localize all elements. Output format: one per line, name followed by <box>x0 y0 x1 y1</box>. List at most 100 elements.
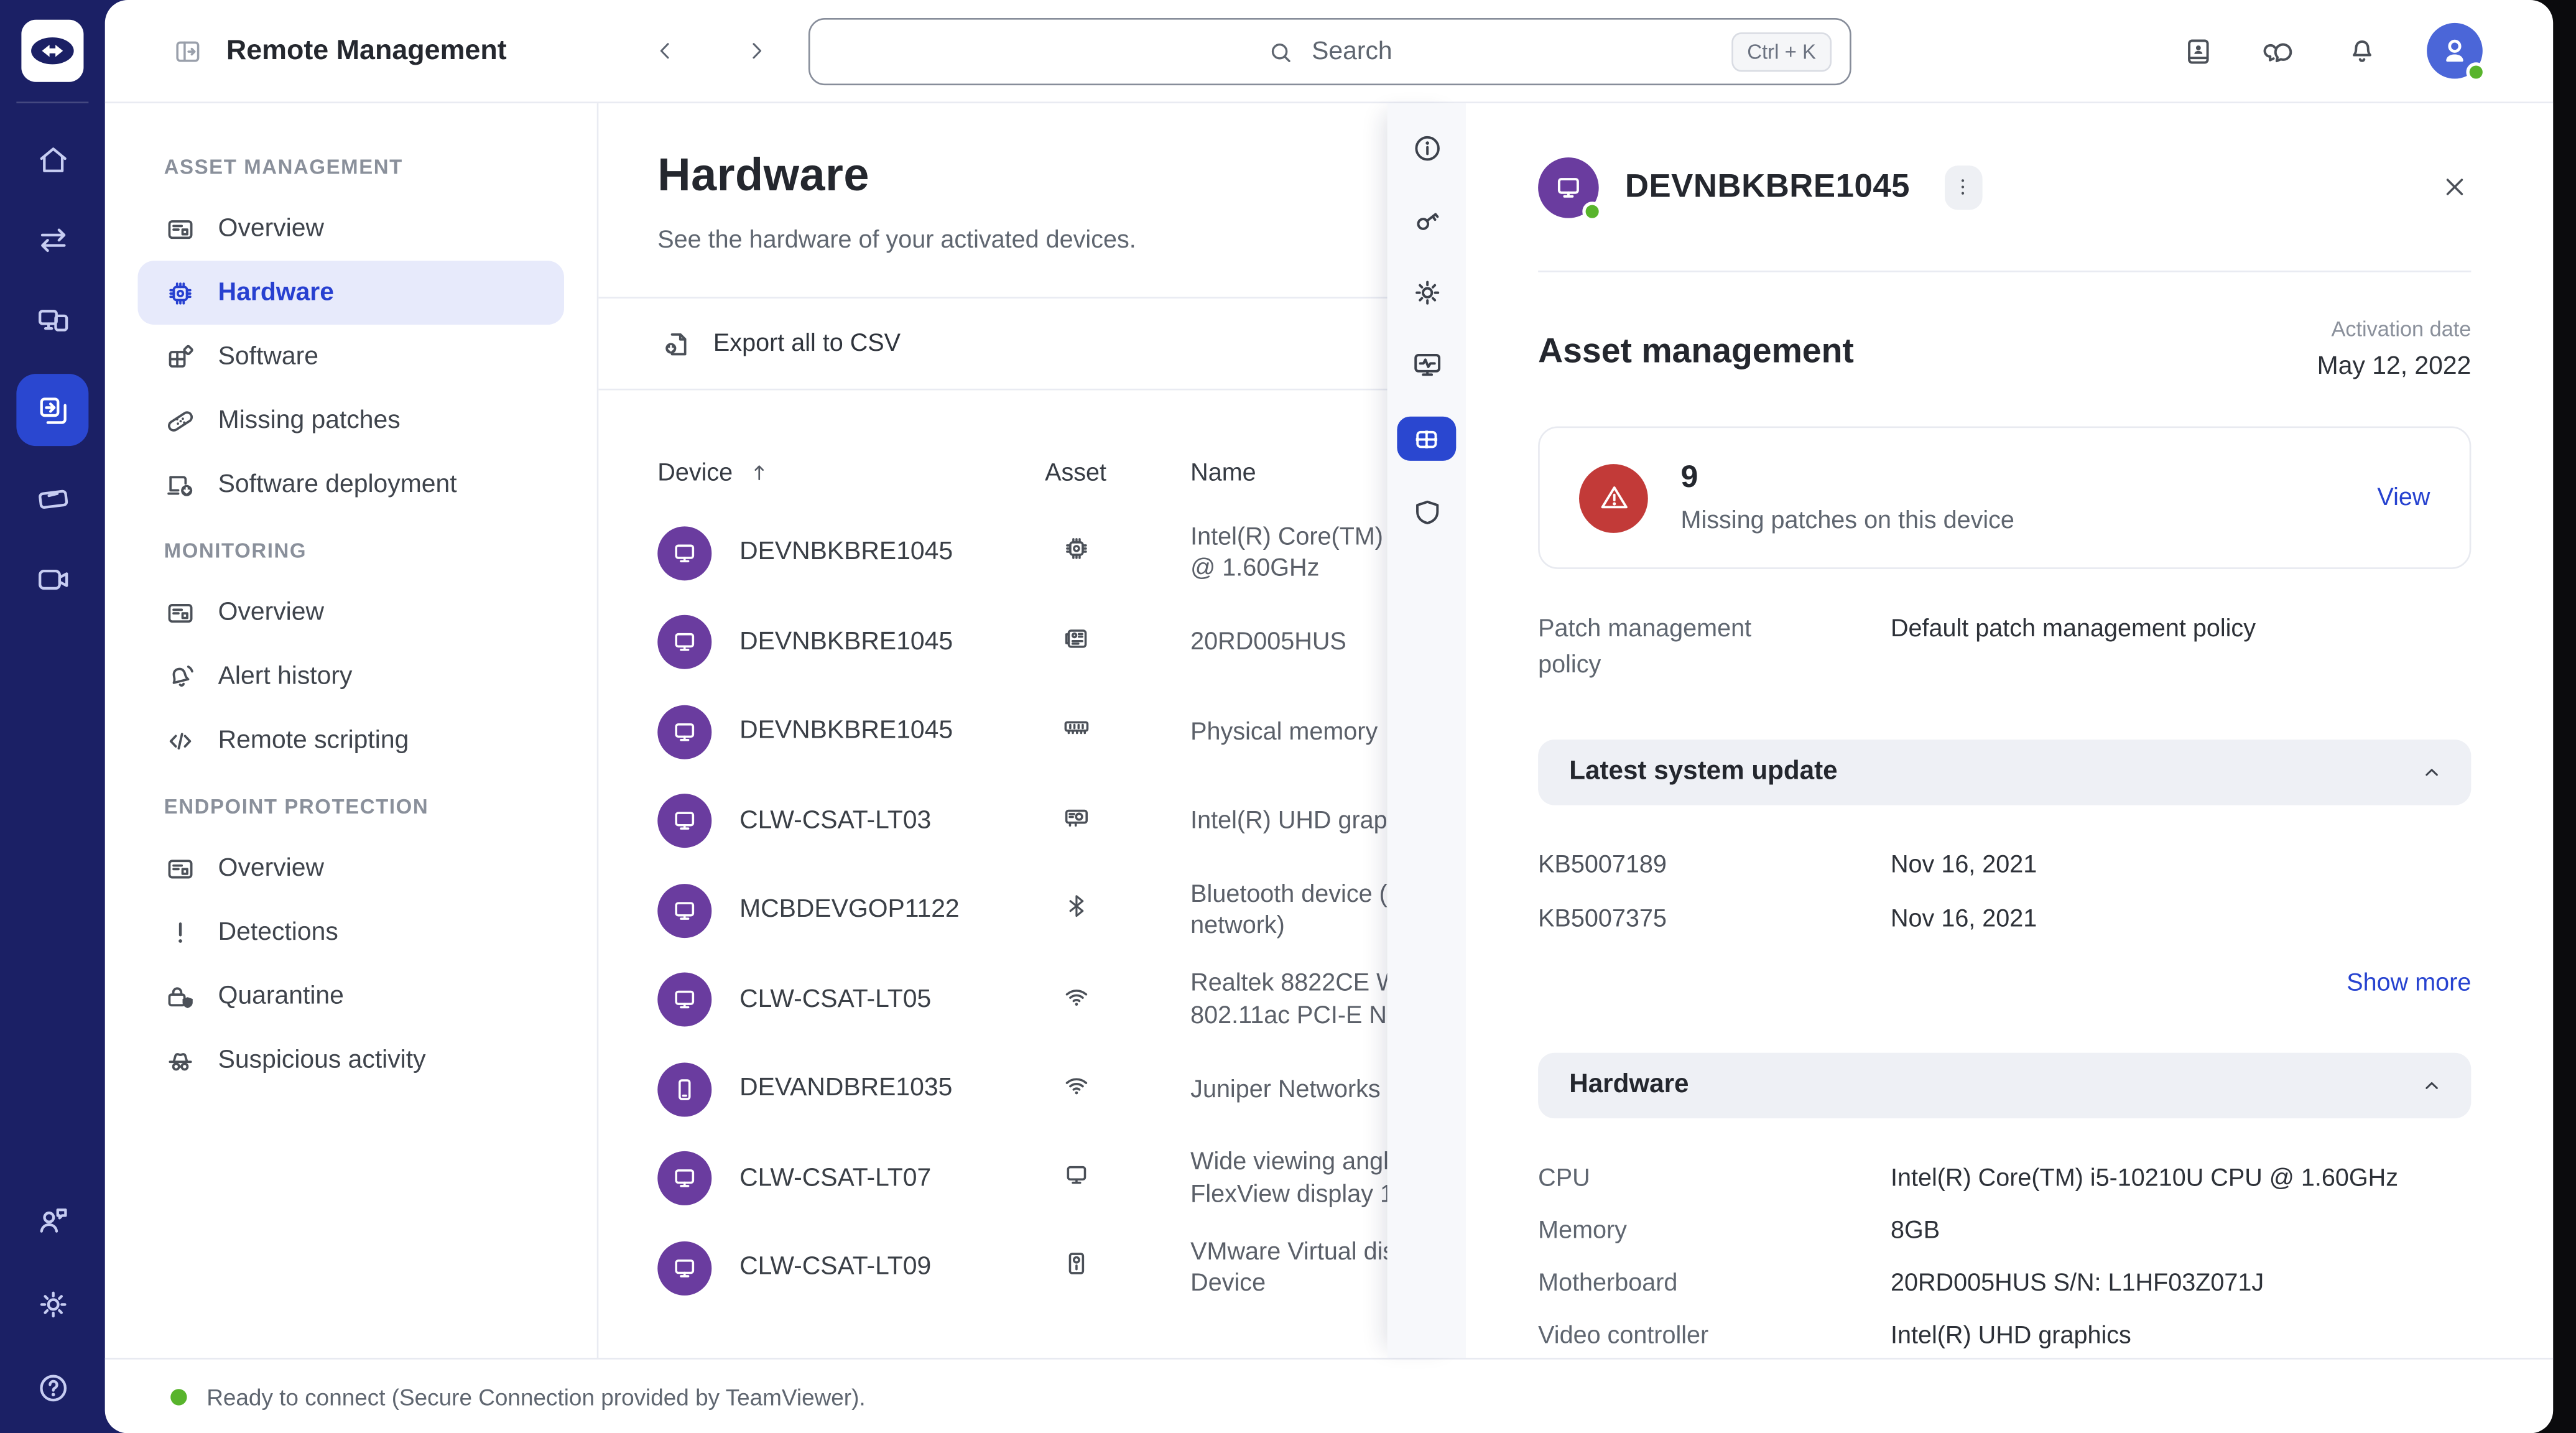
device-online-dot <box>1582 201 1602 221</box>
more-actions-button[interactable] <box>1944 165 1982 209</box>
rail-item-help[interactable] <box>34 1370 72 1407</box>
asset-cell <box>1060 1159 1091 1198</box>
main-surface: Remote Management Search Ctrl + K <box>105 0 2553 1433</box>
device-cell: MCBDEVGOP1122 <box>657 883 1010 937</box>
sidebar-item-missing-patches[interactable]: Missing patches <box>137 389 564 453</box>
spec-label: CPU <box>1538 1164 1891 1192</box>
forward-icon[interactable] <box>741 36 771 65</box>
hardware-accordion[interactable]: Hardware <box>1538 1053 2471 1118</box>
user-avatar[interactable] <box>2427 23 2483 79</box>
sidebar-item-suspicious-activity[interactable]: Suspicious activity <box>137 1028 564 1092</box>
panel-tab-asset-management[interactable] <box>1397 417 1456 461</box>
export-csv-button[interactable]: Export all to CSV <box>598 297 1387 390</box>
monitor-icon <box>669 1163 700 1194</box>
sidebar-item-overview[interactable]: Overview <box>137 197 564 261</box>
device-cell: DEVNBKBRE1045 <box>657 705 1010 759</box>
notifications-icon[interactable] <box>2345 34 2379 68</box>
search-input[interactable]: Search Ctrl + K <box>808 18 1851 85</box>
asset-cell <box>1060 534 1091 573</box>
main-content: Hardware See the hardware of your activa… <box>598 103 1387 1358</box>
missing-patches-label: Missing patches on this device <box>1681 507 2014 535</box>
sidebar-item-overview[interactable]: Overview <box>137 837 564 901</box>
sidebar-item-software[interactable]: Software <box>137 325 564 389</box>
table-row[interactable]: MCBDEVGOP1122Bluetooth device (personal … <box>598 866 1387 955</box>
table-row[interactable]: CLW-CSAT-LT05Realtek 8822CE Wireless LAN… <box>598 955 1387 1045</box>
table-row[interactable]: DEVNBKBRE1045Physical memory <box>598 687 1387 777</box>
column-name[interactable]: Name <box>1141 458 1387 486</box>
rail-item-service-queue[interactable] <box>34 481 72 519</box>
monitor-icon <box>669 537 700 568</box>
device-name: MCBDEVGOP1122 <box>739 896 960 925</box>
kb-date: Nov 16, 2021 <box>1891 851 2471 879</box>
device-avatar <box>657 1241 711 1295</box>
device-cell: CLW-CSAT-LT07 <box>657 1152 1010 1206</box>
meeting-icon <box>34 561 72 599</box>
spec-value: 8GB <box>1891 1216 2471 1244</box>
chat-icon[interactable] <box>2263 34 2297 68</box>
hardware-table: DEVNBKBRE1045Intel(R) Core(TM) i5-10210U… <box>598 508 1387 1312</box>
device-name: CLW-CSAT-LT03 <box>739 807 931 836</box>
table-row[interactable]: CLW-CSAT-LT03Intel(R) UHD graphics <box>598 776 1387 866</box>
gpu-icon <box>1060 802 1091 833</box>
deploy-icon <box>164 468 197 501</box>
rail-item-devices[interactable] <box>34 302 72 340</box>
panel-tab-access-key[interactable] <box>1409 203 1443 238</box>
monitor-icon <box>669 985 700 1016</box>
collapse-sidebar-icon[interactable] <box>172 35 203 67</box>
device-cell: DEVANDBRE1035 <box>657 1062 1010 1116</box>
panel-tab-device-settings[interactable] <box>1409 276 1443 310</box>
rail-item-home[interactable] <box>34 141 72 179</box>
sidebar-item-overview[interactable]: Overview <box>137 580 564 644</box>
contacts-icon[interactable] <box>2181 34 2215 68</box>
device-name: DEVNBKBRE1045 <box>739 538 953 567</box>
teamviewer-logo-icon[interactable] <box>21 20 83 82</box>
kb-id: KB5007375 <box>1538 905 1891 933</box>
sidebar-item-remote-scripting[interactable]: Remote scripting <box>137 708 564 772</box>
bluetooth-icon <box>1060 891 1091 922</box>
wifi-icon <box>1060 980 1091 1011</box>
sidebar-item-detections[interactable]: Detections <box>137 900 564 964</box>
table-row[interactable]: DEVANDBRE1035Juniper Networks Virtual Ad… <box>598 1045 1387 1134</box>
rail-item-feedback[interactable] <box>34 1202 72 1240</box>
device-name: DEVNBKBRE1045 <box>739 717 953 746</box>
table-row[interactable]: DEVNBKBRE1045Intel(R) Core(TM) i5-10210U… <box>598 508 1387 598</box>
sidebar-item-label: Suspicious activity <box>218 1046 426 1075</box>
updates-list: KB5007189Nov 16, 2021 KB5007375Nov 16, 20… <box>1538 838 2471 946</box>
spec-row: Video controllerIntel(R) UHD graphics <box>1538 1309 2471 1358</box>
sidebar-item-software-deployment[interactable]: Software deployment <box>137 453 564 517</box>
sidebar-item-quarantine[interactable]: Quarantine <box>137 964 564 1028</box>
phone-icon <box>669 1074 700 1105</box>
patch-icon <box>164 404 197 437</box>
table-row[interactable]: CLW-CSAT-LT09VMware Virtual disk SCSI Di… <box>598 1223 1387 1313</box>
panel-tab-monitoring[interactable] <box>1409 348 1443 382</box>
rail-item-connections[interactable] <box>34 221 72 259</box>
sidebar-item-alert-history[interactable]: Alert history <box>137 644 564 708</box>
latest-system-update-accordion[interactable]: Latest system update <box>1538 740 2471 805</box>
device-avatar <box>657 1152 711 1206</box>
table-row[interactable]: DEVNBKBRE104520RD005HUS <box>598 598 1387 687</box>
sidebar-item-hardware[interactable]: Hardware <box>137 261 564 325</box>
sidebar-item-label: Overview <box>218 853 324 883</box>
update-row: KB5007189Nov 16, 2021 <box>1538 838 2471 892</box>
devices-icon <box>34 302 72 340</box>
panel-tab-endpoint-protection[interactable] <box>1409 495 1443 529</box>
view-patches-link[interactable]: View <box>2377 484 2430 512</box>
device-name: CLW-CSAT-LT07 <box>739 1164 931 1193</box>
show-more-link[interactable]: Show more <box>1538 969 2471 997</box>
app-title: Remote Management <box>226 34 507 67</box>
table-row[interactable]: CLW-CSAT-LT07Wide viewing angle & High d… <box>598 1134 1387 1223</box>
rail-item-meeting[interactable] <box>34 561 72 599</box>
column-asset[interactable]: Asset <box>1045 458 1106 486</box>
kebab-icon <box>1950 174 1976 200</box>
help-icon <box>34 1370 72 1407</box>
asset-cell <box>1060 1070 1091 1109</box>
back-icon[interactable] <box>651 36 680 65</box>
column-device[interactable]: Device <box>657 458 1010 486</box>
detail-device-name: DEVNBKBRE1045 <box>1625 168 1910 206</box>
close-panel-button[interactable] <box>2439 170 2472 203</box>
history-nav <box>651 36 771 65</box>
rail-item-remote-management[interactable] <box>16 374 88 446</box>
panel-tab-info[interactable] <box>1409 131 1443 165</box>
kb-date: Nov 16, 2021 <box>1891 905 2471 933</box>
rail-item-settings[interactable] <box>34 1286 72 1324</box>
